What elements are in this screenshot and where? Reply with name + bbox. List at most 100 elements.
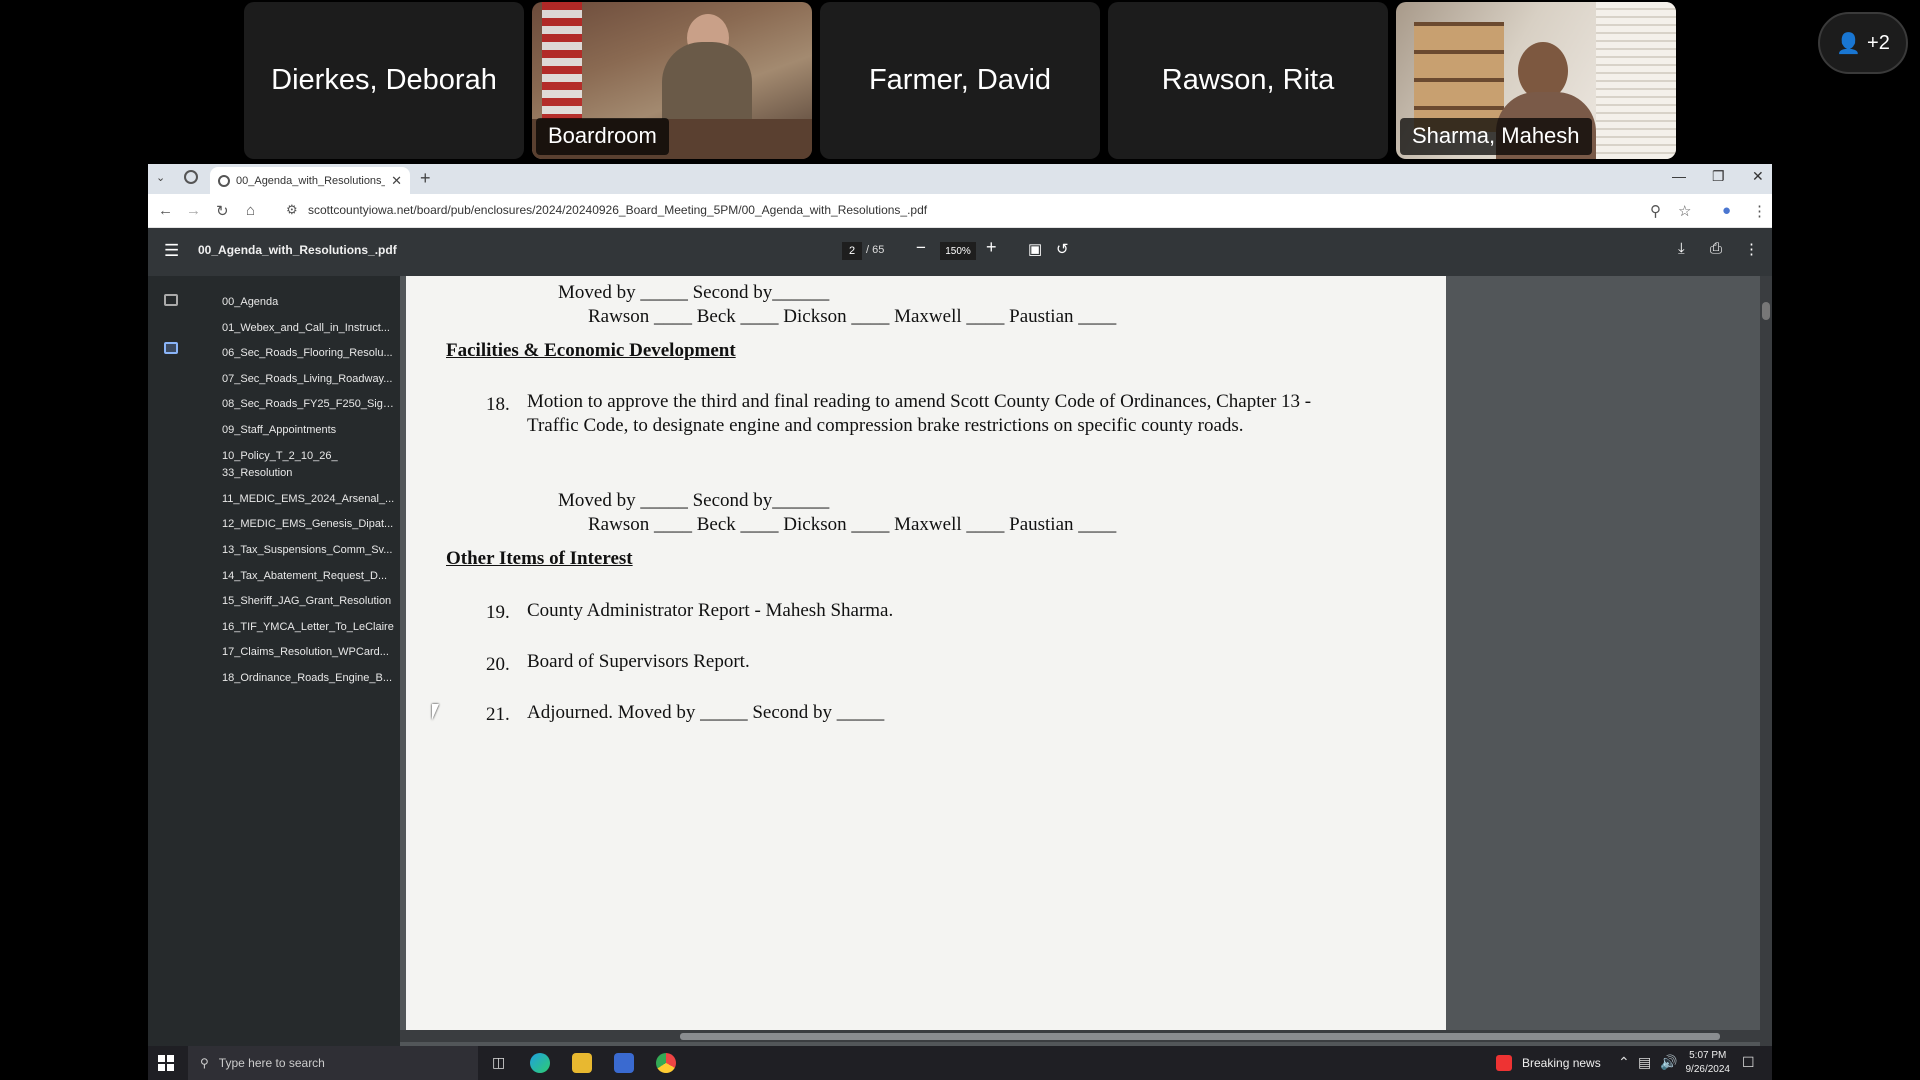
participant-name: Sharma, Mahesh [1400, 118, 1592, 155]
search-icon: ⚲ [200, 1056, 209, 1070]
outline-item[interactable]: 12_MEDIC_EMS_Genesis_Dipat... [222, 516, 396, 533]
outline-item[interactable]: 16_TIF_YMCA_Letter_To_LeClaire [222, 619, 396, 636]
print-icon[interactable]: ⎙ [1710, 240, 1722, 257]
outline-item[interactable]: 06_Sec_Roads_Flooring_Resolu... [222, 345, 396, 362]
moved-by-line: Moved by _____ Second by______ [558, 490, 830, 511]
outline-item[interactable]: 01_Webex_and_Call_in_Instruct... [222, 320, 396, 337]
browser-window: ⌄ 00_Agenda_with_Resolutions_.p ✕ + — ❐ … [148, 164, 1772, 1080]
participant-tile-farmer[interactable]: Farmer, David [820, 2, 1100, 159]
address-bar[interactable]: scottcountyiowa.net/board/pub/enclosures… [308, 203, 927, 217]
chrome-icon[interactable] [656, 1053, 676, 1073]
bookshelf [1414, 22, 1504, 132]
horizontal-scrollbar[interactable] [400, 1030, 1772, 1042]
restore-icon[interactable]: ❐ [1712, 168, 1725, 185]
participant-tile-dierkes[interactable]: Dierkes, Deborah [244, 2, 524, 159]
file-explorer-icon[interactable] [572, 1053, 592, 1073]
scroll-thumb[interactable] [680, 1033, 1720, 1040]
participant-name: Dierkes, Deborah [271, 64, 497, 96]
moved-by-line: Moved by _____ Second by______ [558, 282, 830, 303]
taskbar-search[interactable]: ⚲ Type here to search [188, 1046, 478, 1080]
site-settings-icon[interactable]: ⚙ [286, 202, 298, 218]
tab-agenda-pdf[interactable]: 00_Agenda_with_Resolutions_.p ✕ [210, 167, 410, 194]
outline-item[interactable]: 18_Ordinance_Roads_Engine_B... [222, 670, 396, 687]
zoom-icon[interactable]: ⚲ [1650, 202, 1661, 220]
thumbnails-icon[interactable] [164, 294, 178, 306]
outline-item[interactable]: 10_Policy_T_2_10_26_ [222, 448, 396, 465]
pdf-file-name: 00_Agenda_with_Resolutions_.pdf [198, 243, 397, 257]
outline-item[interactable]: 07_Sec_Roads_Living_Roadway... [222, 371, 396, 388]
mouse-cursor [432, 704, 446, 720]
task-view-icon[interactable]: ◫ [492, 1054, 505, 1071]
item-number: 21. [486, 704, 510, 725]
close-icon[interactable]: ✕ [391, 173, 402, 189]
participant-tile-rawson[interactable]: Rawson, Rita [1108, 2, 1388, 159]
page-number-input[interactable]: 2 [842, 242, 862, 260]
kebab-menu-icon[interactable]: ⋮ [1752, 202, 1767, 220]
profile-icon[interactable]: ● [1722, 202, 1731, 219]
outline-item[interactable]: 17_Claims_Resolution_WPCard... [222, 644, 396, 661]
bookmark-star-icon[interactable]: ☆ [1678, 202, 1691, 220]
download-icon[interactable]: ⤓ [1678, 240, 1685, 257]
window-blinds [1596, 2, 1676, 159]
minimize-icon[interactable]: — [1672, 168, 1686, 184]
home-icon[interactable]: ⌂ [246, 202, 255, 219]
item-text: Motion to approve the third and final re… [527, 391, 1312, 436]
notification-icon[interactable]: ☐ [1742, 1054, 1755, 1071]
new-tab-button[interactable]: + [420, 168, 431, 189]
tab-bar: ⌄ 00_Agenda_with_Resolutions_.p ✕ + — ❐ … [148, 164, 1772, 194]
chevron-down-icon[interactable]: ⌄ [156, 171, 165, 184]
tab-group-icon[interactable] [184, 170, 198, 184]
more-participants-button[interactable]: 👤 +2 [1818, 12, 1908, 74]
vote-line: Rawson ____ Beck ____ Dickson ____ Maxwe… [588, 514, 1117, 535]
close-window-icon[interactable]: ✕ [1752, 168, 1764, 185]
edge-icon[interactable] [530, 1053, 550, 1073]
participant-name: Rawson, Rita [1161, 64, 1335, 96]
pdf-content-area[interactable]: Moved by _____ Second by______ Rawson __… [400, 276, 1772, 1046]
reload-icon[interactable]: ↻ [216, 202, 229, 220]
back-icon[interactable]: ← [158, 202, 173, 219]
network-icon[interactable]: ▤ [1638, 1054, 1651, 1071]
vertical-scrollbar[interactable] [1760, 276, 1772, 1046]
item-number: 20. [486, 654, 510, 675]
pdf-sidebar: 00_Agenda 01_Webex_and_Call_in_Instruct..… [148, 276, 400, 1046]
outline-item[interactable]: 15_Sheriff_JAG_Grant_Resolution [222, 593, 396, 610]
rotate-icon[interactable]: ↺ [1056, 240, 1069, 258]
item-text: Adjourned. Moved by _____ Second by ____… [527, 702, 885, 723]
clock-date: 9/26/2024 [1685, 1064, 1731, 1075]
outline-item[interactable]: 00_Agenda [222, 294, 396, 311]
item-text: Board of Supervisors Report. [527, 651, 750, 672]
windows-start-icon[interactable] [158, 1055, 174, 1071]
pdf-toolbar: ☰ 00_Agenda_with_Resolutions_.pdf 2 / 65… [148, 228, 1772, 276]
store-icon[interactable] [614, 1053, 634, 1073]
scroll-thumb[interactable] [1762, 302, 1770, 320]
outline-item[interactable]: 08_Sec_Roads_FY25_F250_Sign... [222, 396, 396, 413]
fit-page-icon[interactable]: ▣ [1028, 240, 1042, 258]
section-heading: Facilities & Economic Development [446, 340, 736, 361]
chevron-up-icon[interactable]: ⌃ [1618, 1054, 1630, 1071]
outline-item[interactable]: 14_Tax_Abatement_Request_D... [222, 568, 396, 585]
participant-name: Farmer, David [868, 64, 1052, 96]
section-heading: Other Items of Interest [446, 548, 633, 569]
outline-item[interactable]: 33_Resolution [222, 465, 396, 482]
tab-title: 00_Agenda_with_Resolutions_.p [236, 174, 386, 187]
zoom-in-button[interactable]: + [986, 237, 997, 258]
outline-item[interactable]: 09_Staff_Appointments [222, 422, 396, 439]
kebab-menu-icon[interactable]: ⋮ [1744, 240, 1759, 258]
outline-item[interactable]: 11_MEDIC_EMS_2024_Arsenal_... [222, 491, 396, 508]
sidebar-rail [158, 288, 182, 390]
item-text: County Administrator Report - Mahesh Sha… [527, 600, 894, 621]
news-icon [1496, 1055, 1512, 1071]
participant-tile-sharma[interactable]: Sharma, Mahesh [1396, 2, 1676, 159]
outline-item[interactable]: 13_Tax_Suspensions_Comm_Sv... [222, 542, 396, 559]
search-placeholder: Type here to search [218, 1056, 325, 1070]
news-widget[interactable]: Breaking news [1522, 1056, 1601, 1070]
more-count: +2 [1867, 31, 1890, 54]
forward-icon[interactable]: → [186, 202, 201, 219]
menu-icon[interactable]: ☰ [164, 241, 179, 261]
zoom-out-button[interactable]: − [916, 238, 926, 258]
system-clock[interactable]: 5:07 PM 9/26/2024 [1686, 1049, 1731, 1077]
participant-tile-boardroom[interactable]: Boardroom [532, 2, 812, 159]
zoom-level-input[interactable]: 150% [940, 242, 976, 260]
outline-icon[interactable] [164, 342, 178, 354]
volume-icon[interactable]: 🔊 [1660, 1054, 1677, 1071]
